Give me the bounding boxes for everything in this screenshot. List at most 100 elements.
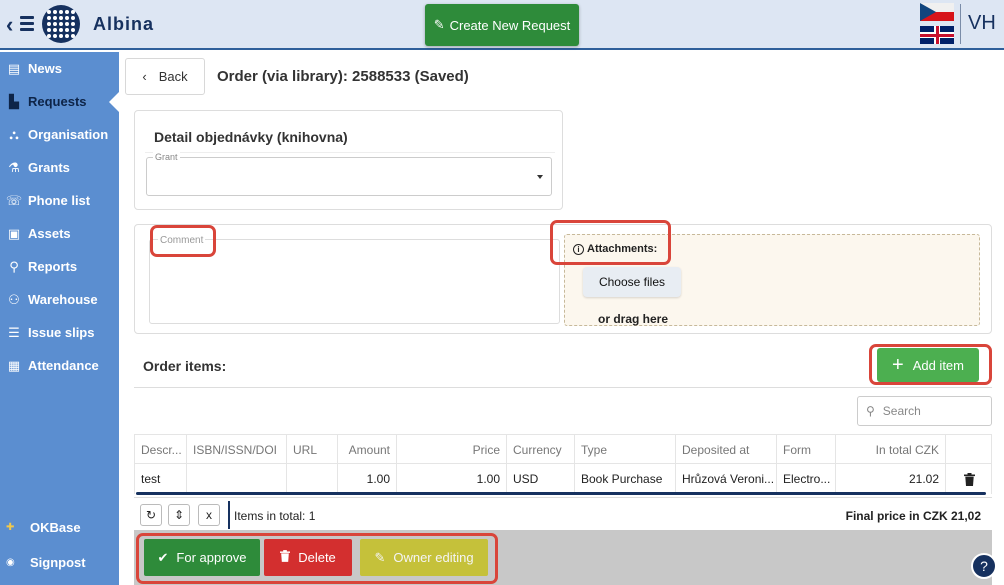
sidebar-item-attendance[interactable]: ▦ Attendance: [0, 349, 119, 382]
sidebar-item-label: Warehouse: [28, 292, 98, 307]
signpost-icon: ◉: [6, 556, 15, 568]
column-header-form[interactable]: Form: [777, 435, 836, 465]
cell-form: Electro...: [777, 464, 836, 494]
grant-select[interactable]: Grant: [146, 152, 552, 196]
briefcase-icon: ▣: [7, 225, 21, 241]
back-label: Back: [158, 69, 188, 84]
sidebar-item-label: Reports: [28, 259, 78, 274]
sidebar-item-warehouse[interactable]: ⚇ Warehouse: [0, 283, 119, 316]
sidebar-item-label: Phone list: [28, 193, 91, 208]
sidebar-item-label: Issue slips: [28, 325, 95, 340]
highlight-add-item: [869, 344, 992, 385]
user-initials[interactable]: VH: [968, 12, 996, 35]
sidebar-item-news[interactable]: ▤ News: [0, 52, 119, 85]
cell-total: 21.02: [836, 464, 946, 494]
sidebar-item-reports[interactable]: ⚲ Reports: [0, 250, 119, 283]
logo-icon: [42, 5, 80, 43]
sidebar-item-issue-slips[interactable]: ☰ Issue slips: [0, 316, 119, 349]
sidebar-item-requests[interactable]: ▙ Requests: [0, 85, 119, 118]
table-header-row: Descr... ISBN/ISSN/DOI URL Amount Price …: [134, 434, 993, 465]
excel-export-icon[interactable]: x: [198, 504, 220, 526]
sidebar-item-grants[interactable]: ⚗ Grants: [0, 151, 119, 184]
sidebar-item-label: Requests: [28, 94, 87, 109]
table-scrollbar[interactable]: [136, 492, 986, 495]
sidebar-item-signpost[interactable]: ◉ Signpost: [0, 547, 119, 577]
sidebar-item-organisation[interactable]: ⛬ Organisation: [0, 118, 119, 151]
flask-icon: ⚗: [8, 159, 20, 175]
people-carry-icon: ⚇: [8, 291, 20, 307]
search-icon: ⚲: [9, 258, 19, 274]
create-new-request-label: Create New Request: [449, 17, 571, 33]
sidebar-item-label: Organisation: [28, 127, 109, 142]
sidebar-item-assets[interactable]: ▣ Assets: [0, 217, 119, 250]
highlight-actions: [136, 533, 498, 584]
sidebar-item-label: Grants: [28, 160, 70, 175]
cell-deposited-at: Hrůzová Veroni...: [676, 464, 777, 494]
cell-description: test: [135, 464, 187, 494]
chevron-left-icon: ‹: [142, 69, 147, 84]
cell-type: Book Purchase: [575, 464, 676, 494]
table-footer: ↻ ⇕ x Items in total: 1 Final price in C…: [134, 497, 992, 530]
page-title: Order (via library): 2588533 (Saved): [217, 68, 469, 85]
sidebar-item-label: Attendance: [28, 358, 99, 373]
divider: [960, 4, 961, 44]
column-header-url[interactable]: URL: [287, 435, 338, 465]
column-header-description[interactable]: Descr...: [135, 435, 187, 465]
column-header-price[interactable]: Price: [397, 435, 507, 465]
drag-here-text: or drag here: [598, 312, 669, 326]
order-items-header: Order items: + Add item: [134, 341, 992, 388]
highlight-attachments: [550, 220, 671, 265]
final-price: Final price in CZK 21,02: [845, 509, 981, 523]
newspaper-icon: ▤: [7, 60, 21, 76]
sidebar-item-label: OKBase: [30, 519, 81, 535]
grant-label: Grant: [153, 152, 180, 162]
search-placeholder: Search: [882, 404, 921, 418]
okbase-icon: ✚: [6, 521, 15, 533]
table-row[interactable]: test 1.00 1.00 USD Book Purchase Hrůzová…: [134, 464, 992, 494]
calendar-icon: ▦: [7, 357, 21, 373]
cell-url: [287, 464, 338, 494]
sidebar-item-label: Assets: [28, 226, 71, 241]
top-bar: ‹ Albina ✎ Create New Request VH: [0, 0, 1004, 50]
help-icon[interactable]: ?: [971, 553, 997, 579]
search-input[interactable]: ⚲ Search: [857, 396, 992, 426]
items-total: Items in total: 1: [234, 509, 316, 523]
order-detail-card: Detail objednávky (knihovna) Grant: [134, 110, 563, 210]
file-icon: ▙: [9, 93, 19, 109]
card-title: Detail objednávky (knihovna): [145, 119, 555, 153]
column-header-amount[interactable]: Amount: [338, 435, 397, 465]
choose-files-button[interactable]: Choose files: [583, 267, 681, 297]
column-header-currency[interactable]: Currency: [507, 435, 575, 465]
cell-currency: USD: [507, 464, 575, 494]
document-list-icon: ☰: [8, 324, 20, 340]
column-header-isbn[interactable]: ISBN/ISSN/DOI: [187, 435, 287, 465]
sidebar-item-label: Signpost: [30, 554, 86, 570]
uk-flag-icon[interactable]: [920, 26, 954, 44]
expand-icon[interactable]: ⇕: [168, 504, 190, 526]
sidebar: ▤ News ▙ Requests ⛬ Organisation ⚗ Grants ☏ P…: [0, 52, 119, 585]
order-items-title: Order items:: [143, 358, 227, 374]
create-new-request-button[interactable]: ✎ Create New Request: [425, 4, 579, 46]
column-header-deposited-at[interactable]: Deposited at: [676, 435, 777, 465]
sidebar-item-phone-list[interactable]: ☏ Phone list: [0, 184, 119, 217]
search-icon: ⚲: [866, 404, 875, 418]
cell-price: 1.00: [397, 464, 507, 494]
trash-icon[interactable]: [946, 464, 993, 494]
phone-icon: ☏: [5, 192, 23, 208]
sidebar-item-label: News: [28, 61, 62, 76]
highlight-comment: [150, 225, 216, 257]
menu-lines-icon[interactable]: [20, 16, 34, 34]
cell-amount: 1.00: [338, 464, 397, 494]
divider: [228, 501, 230, 529]
refresh-icon[interactable]: ↻: [140, 504, 162, 526]
column-header-type[interactable]: Type: [575, 435, 676, 465]
column-header-actions: [946, 435, 993, 465]
sidebar-item-okbase[interactable]: ✚ OKBase: [0, 512, 119, 542]
brand-name[interactable]: Albina: [93, 14, 154, 35]
back-chevron-icon[interactable]: ‹: [6, 12, 13, 38]
sitemap-icon: ⛬: [9, 126, 19, 142]
edit-icon: ✎: [433, 17, 445, 32]
czech-flag-icon[interactable]: [920, 3, 954, 21]
back-button[interactable]: ‹ Back: [125, 58, 205, 95]
column-header-total[interactable]: In total CZK: [836, 435, 946, 465]
